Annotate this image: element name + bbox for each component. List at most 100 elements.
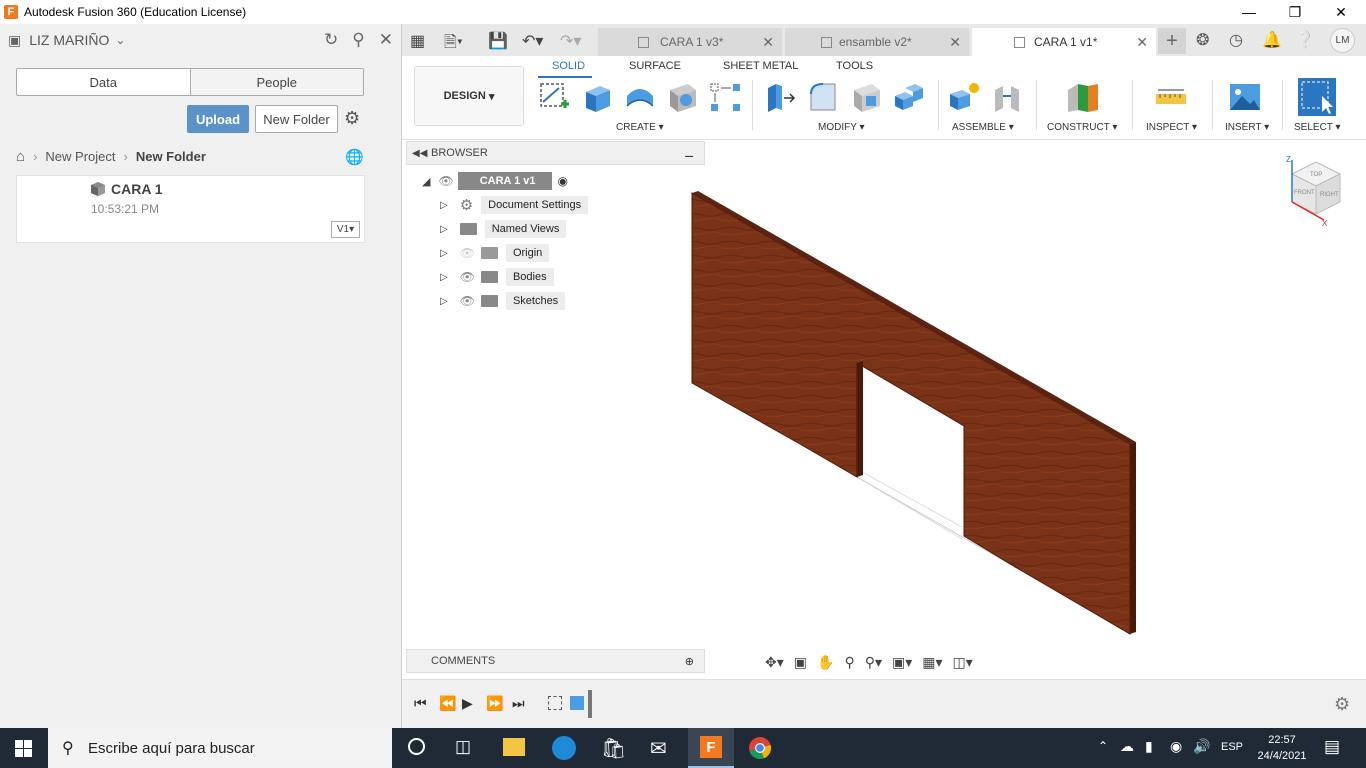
windows-start-icon[interactable] [15,740,32,757]
browser-panel-header[interactable]: ◀◀ BROWSER ⚊ [406,141,705,165]
tab-solid[interactable]: SOLID [552,60,585,72]
avatar[interactable]: LM [1330,28,1355,53]
refresh-icon[interactable]: ↻ [324,30,338,50]
edge-icon[interactable] [552,736,576,760]
tree-item-origin[interactable]: ▷ 👁 Origin [440,243,550,263]
mail-icon[interactable]: ✉ [650,736,667,761]
home-icon[interactable]: ⌂ [16,148,25,165]
onedrive-icon[interactable]: ☁ [1120,738,1134,755]
globe-icon[interactable]: 🌐 [345,148,364,166]
timeline-sketch-icon[interactable] [548,696,562,710]
add-comment-icon[interactable]: ⊕ [685,655,694,668]
expand-icon[interactable]: ▷ [440,200,448,211]
tree-item-bodies[interactable]: ▷ 👁 Bodies [440,267,554,287]
version-select[interactable]: V1 ▾ [331,221,360,238]
upload-button[interactable]: Upload [187,105,249,133]
close-icon[interactable]: ✕ [1136,34,1148,51]
clock[interactable]: 22:57 24/4/2021 [1252,732,1312,764]
close-icon[interactable]: ✕ [949,34,961,51]
create-menu[interactable]: CREATE ▾ [616,122,664,133]
workspace-switcher[interactable]: DESIGN ▾ [414,66,524,126]
hidden-eye-icon[interactable]: 👁 [460,246,475,260]
hole-icon[interactable] [666,80,700,114]
insert-menu[interactable]: INSERT ▾ [1225,122,1269,133]
select-menu[interactable]: SELECT ▾ [1294,122,1341,133]
shell-icon[interactable] [850,80,884,114]
expand-icon[interactable]: ▷ [440,272,448,283]
gear-icon[interactable]: ⚙ [344,108,360,129]
timeline-settings-icon[interactable]: ⚙ [1334,694,1350,715]
file-card[interactable]: CARA 1 10:53:21 PM V1 ▾ [16,175,365,243]
close-icon[interactable]: ✕ [762,34,774,51]
pan-icon[interactable]: ✋ [817,654,834,671]
combine-icon[interactable] [893,80,927,114]
pattern-icon[interactable] [709,80,743,114]
tree-item-named-views[interactable]: ▷ Named Views [440,219,567,239]
tree-item-sketches[interactable]: ▷ 👁 Sketches [440,291,566,311]
save-icon[interactable]: 💾 [488,31,508,51]
job-status-icon[interactable]: ◷ [1229,30,1243,50]
wifi-icon[interactable]: ◉ [1170,738,1182,755]
action-center-icon[interactable]: ▤ [1324,737,1340,757]
new-component-icon[interactable] [948,80,982,114]
collapse-icon[interactable]: ◀◀ [412,148,427,159]
inspect-menu[interactable]: INSPECT ▾ [1146,122,1197,133]
wood-panel-left[interactable] [691,192,1131,635]
battery-icon[interactable]: ▮ [1145,738,1153,755]
timeline-marker[interactable] [588,690,592,718]
chrome-icon[interactable] [748,736,772,760]
undo-icon[interactable]: ↶▾ [522,31,543,51]
expand-icon[interactable]: ◢ [422,175,430,188]
restore-button[interactable]: ❐ [1272,0,1318,24]
task-view-icon[interactable]: ◫ [455,737,471,757]
modify-menu[interactable]: MODIFY ▾ [818,122,865,133]
tab-sheet-metal[interactable]: SHEET METAL [723,60,798,72]
timeline-extrude-icon[interactable] [570,696,584,710]
show-hidden-icons[interactable]: ⌃ [1098,739,1108,753]
offset-plane-icon[interactable] [1066,80,1100,114]
doc-tab-ensamble-v2[interactable]: ensamble v2* ✕ [785,28,969,56]
store-icon[interactable]: 🛍 [601,736,626,761]
go-to-end-icon[interactable]: ⏭ [512,695,525,712]
activate-icon[interactable]: ◉ [558,174,568,188]
minimize-panel-icon[interactable]: ⚊ [684,147,694,160]
step-forward-icon[interactable]: ⏩ [486,695,503,712]
construct-menu[interactable]: CONSTRUCT ▾ [1047,122,1117,133]
eye-icon[interactable]: 👁 [460,294,475,308]
fillet-icon[interactable] [807,80,841,114]
create-sketch-icon[interactable] [537,80,571,114]
eye-icon[interactable]: 👁 [460,270,475,284]
search-icon[interactable]: ⚲ [352,30,364,50]
cortana-icon[interactable] [408,738,425,755]
joint-icon[interactable] [991,80,1025,114]
tree-item-document-settings[interactable]: ▷ ⚙ Document Settings [440,195,589,215]
doc-tab-cara1-v1[interactable]: CARA 1 v1* ✕ [972,28,1156,56]
comments-panel-header[interactable]: COMMENTS ⊕ [406,649,705,673]
tree-root[interactable]: ◢ 👁 CARA 1 v1 ◉ [422,171,568,191]
doc-tab-cara1-v3[interactable]: CARA 1 v3* ✕ [598,28,782,56]
display-settings-icon[interactable]: ▣▾ [892,654,912,671]
extrude-icon[interactable] [580,80,614,114]
minimize-button[interactable]: — [1226,0,1272,24]
breadcrumb-project[interactable]: New Project [45,149,115,164]
tab-people[interactable]: People [189,69,363,95]
expand-icon[interactable]: ▷ [440,248,448,259]
fit-icon[interactable]: ⚲▾ [865,654,882,671]
tab-surface[interactable]: SURFACE [629,60,681,72]
expand-icon[interactable]: ▷ [440,296,448,307]
language-indicator[interactable]: ESP [1221,741,1243,753]
viewports-icon[interactable]: ◫▾ [953,654,973,671]
eye-icon[interactable]: 👁 [438,174,453,188]
revolve-icon[interactable] [623,80,657,114]
tab-data[interactable]: Data [17,69,190,95]
extensions-icon[interactable]: ❂ [1196,30,1209,50]
play-icon[interactable]: ▶ [462,695,473,712]
file-menu-icon[interactable]: 🗎▾ [444,31,463,58]
volume-icon[interactable]: 🔊 [1193,738,1210,755]
assemble-menu[interactable]: ASSEMBLE ▾ [952,122,1014,133]
new-folder-button[interactable]: New Folder [255,105,338,133]
notifications-icon[interactable]: 🔔 [1262,30,1282,50]
measure-icon[interactable] [1154,80,1188,114]
select-icon[interactable] [1298,78,1336,116]
insert-image-icon[interactable] [1228,80,1262,114]
